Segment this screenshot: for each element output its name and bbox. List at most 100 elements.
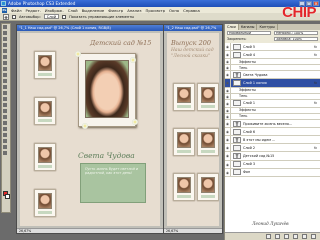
heal-tool-icon[interactable]	[3, 61, 7, 65]
tab-channels[interactable]: Каналы	[239, 24, 258, 30]
menu-window[interactable]: Окно	[169, 8, 179, 13]
visibility-eye-icon[interactable]: ◉	[225, 128, 231, 136]
photo-thumb	[197, 173, 219, 201]
visibility-eye-icon[interactable]: ◉	[225, 144, 231, 152]
menu-select[interactable]: Выделение	[82, 8, 105, 13]
layer-fx-icon[interactable]: fx	[314, 43, 317, 51]
fx-icon[interactable]	[275, 234, 280, 239]
document-window-2: "1_2 Наш сад.psd" @ 26,7% Выпуск 200 Наш…	[163, 24, 223, 234]
mask-icon[interactable]	[284, 234, 289, 239]
blur-tool-icon[interactable]	[3, 97, 7, 101]
layer-row[interactable]: ◉ T Детский сад №15	[225, 152, 320, 161]
visibility-eye-icon[interactable]: ◉	[225, 79, 231, 87]
link-layers-icon[interactable]	[266, 234, 271, 239]
new-group-icon[interactable]	[293, 234, 298, 239]
dodge-tool-icon[interactable]	[3, 103, 7, 107]
layer-fx-icon[interactable]: fx	[314, 51, 317, 59]
visibility-eye-icon[interactable]: ◉	[225, 107, 231, 113]
layer-thumbnail	[233, 80, 241, 87]
visibility-eye-icon[interactable]: ◉	[225, 152, 231, 160]
visibility-eye-icon[interactable]: ◉	[225, 93, 231, 99]
stamp-tool-icon[interactable]	[3, 73, 7, 77]
layer-name: Эффекты	[239, 88, 256, 93]
layer-thumbnail	[233, 43, 241, 50]
main-photo-frame[interactable]	[78, 53, 136, 127]
visibility-eye-icon[interactable]: ◉	[225, 168, 231, 176]
type-tool-icon[interactable]	[3, 115, 7, 119]
document-2-title[interactable]: "1_2 Наш сад.psd" @ 26,7%	[164, 25, 222, 31]
visibility-eye-icon[interactable]: ◉	[225, 120, 231, 128]
menu-help[interactable]: Справка	[183, 8, 200, 13]
blend-mode-select[interactable]: Нормальный	[227, 31, 271, 35]
document-1-title[interactable]: "1_1 Наш сад.psd" @ 26,7% (Слой 1 копия,…	[17, 25, 163, 31]
visibility-eye-icon[interactable]: ◉	[225, 87, 231, 93]
visibility-eye-icon[interactable]: ◉	[225, 99, 231, 107]
visibility-eye-icon[interactable]: ◉	[225, 160, 231, 168]
hand-tool-icon[interactable]	[3, 145, 7, 149]
layer-row[interactable]: ◉ Слой 5 fx	[225, 43, 320, 52]
auto-select-dropdown[interactable]: Слой	[43, 14, 60, 19]
photo-thumb	[34, 143, 56, 171]
photo-thumb	[197, 83, 219, 111]
fill-field[interactable]: Заливка: 100%	[274, 36, 318, 41]
wand-tool-icon[interactable]	[3, 43, 7, 47]
flower-decoration	[130, 57, 136, 63]
child-name-text: Света Чудова	[78, 151, 135, 160]
move-tool-icon[interactable]	[3, 31, 7, 35]
new-layer-icon[interactable]	[302, 234, 307, 239]
menu-view[interactable]: Просмотр	[146, 8, 166, 13]
document-2-canvas[interactable]: Выпуск 200 Наш детский сад "Лесной сказк…	[167, 33, 219, 226]
opacity-field[interactable]: Непрозр.: 100%	[274, 31, 318, 35]
layer-row[interactable]: ◉ T Проживите жизнь весело...	[225, 120, 320, 129]
path-select-icon[interactable]	[3, 121, 7, 125]
layer-fx-icon[interactable]: fx	[314, 79, 317, 87]
visibility-eye-icon[interactable]: ◉	[225, 65, 231, 71]
trash-icon[interactable]	[311, 234, 316, 239]
shape-tool-icon[interactable]	[3, 127, 7, 131]
brush-tool-icon[interactable]	[3, 67, 7, 71]
layer-name: Фон	[243, 170, 251, 175]
visibility-eye-icon[interactable]: ◉	[225, 71, 231, 79]
slice-tool-icon[interactable]	[3, 55, 7, 59]
auto-select-checkbox[interactable]	[12, 14, 16, 19]
menu-analysis[interactable]: Анализ	[127, 8, 141, 13]
zoom-tool-icon[interactable]	[3, 151, 7, 155]
layer-fx-icon[interactable]: fx	[314, 99, 317, 107]
layer-row[interactable]: ◉ T В этот мы идем ...	[225, 136, 320, 145]
visibility-eye-icon[interactable]: ◉	[225, 51, 231, 59]
layer-row[interactable]: ◉ Слой 3	[225, 160, 320, 169]
pen-tool-icon[interactable]	[3, 109, 7, 113]
eyedropper-tool-icon[interactable]	[3, 139, 7, 143]
show-controls-checkbox[interactable]	[62, 14, 67, 19]
notes-tool-icon[interactable]	[3, 133, 7, 137]
crop-tool-icon[interactable]	[3, 49, 7, 53]
visibility-eye-icon[interactable]: ◉	[225, 43, 231, 51]
history-brush-icon[interactable]	[3, 79, 7, 83]
menu-image[interactable]: Изображ.	[45, 8, 64, 13]
document-2-status: 26,67%	[164, 228, 222, 233]
layer-row[interactable]: ◉ Фон	[225, 168, 320, 177]
gradient-tool-icon[interactable]	[3, 91, 7, 95]
eraser-tool-icon[interactable]	[3, 85, 7, 89]
layer-thumbnail	[233, 161, 241, 168]
visibility-eye-icon[interactable]: ◉	[225, 59, 231, 65]
menu-file[interactable]: Файл	[11, 8, 22, 13]
options-bar: ✥ Автовыбор: Слой Показать управляющие э…	[0, 13, 320, 21]
tab-layers[interactable]: Слои	[225, 24, 239, 30]
photo-thumb	[197, 128, 219, 156]
lasso-tool-icon[interactable]	[3, 37, 7, 41]
lock-label: Закрепить:	[227, 36, 247, 41]
visibility-eye-icon[interactable]: ◉	[225, 113, 231, 120]
move-tool-icon[interactable]: ✥	[3, 13, 9, 20]
document-1-canvas[interactable]: Детский сад №15 Света Чудова Пусть жизнь…	[20, 33, 160, 226]
background-color-swatch[interactable]	[5, 194, 10, 199]
text-layer-icon: T	[233, 136, 241, 143]
marquee-tool-icon[interactable]	[3, 25, 7, 29]
menu-layer[interactable]: Слой	[68, 8, 78, 13]
layer-row[interactable]: ◉ T Света Чудова	[225, 71, 320, 80]
menu-edit[interactable]: Редакт.	[26, 8, 41, 13]
visibility-eye-icon[interactable]: ◉	[225, 136, 231, 144]
tab-paths[interactable]: Контуры	[257, 24, 278, 30]
layer-fx-icon[interactable]: fx	[314, 144, 317, 152]
menu-filter[interactable]: Фильтр	[108, 8, 123, 13]
